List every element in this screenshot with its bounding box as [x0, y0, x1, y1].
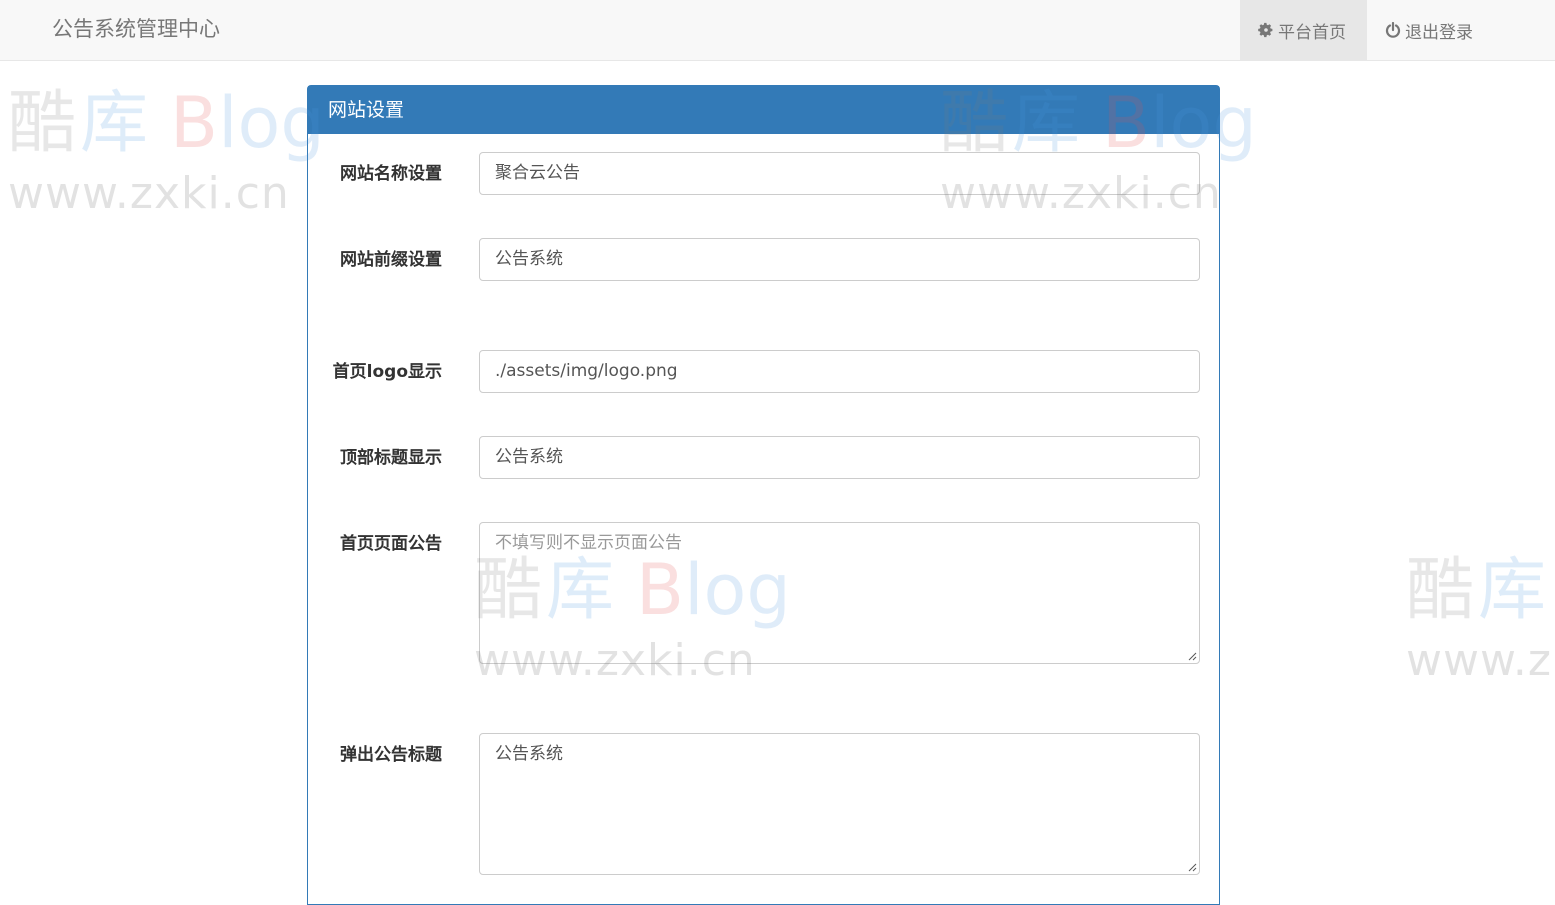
logo-label: 首页logo显示: [332, 362, 442, 382]
site-name-input[interactable]: 聚合云公告: [479, 152, 1200, 195]
top-title-input[interactable]: 公告系统: [479, 436, 1200, 479]
brand-title[interactable]: 公告系统管理中心: [52, 16, 220, 42]
top-title-label: 顶部标题显示: [340, 448, 442, 468]
popup-title-value: 公告系统: [495, 744, 563, 764]
top-navbar: 公告系统管理中心 平台首页 退出登录: [0, 0, 1555, 61]
watermark-url: www.z: [1406, 635, 1553, 683]
watermark: 酷 库 B log www.zxki.cn: [8, 78, 325, 216]
page-notice-textarea[interactable]: 不填写则不显示页面公告: [479, 522, 1200, 664]
watermark-char: 库: [80, 84, 149, 163]
resize-grip-icon[interactable]: [1187, 862, 1197, 872]
watermark-url: www.zxki.cn: [8, 168, 290, 219]
popup-title-textarea[interactable]: 公告系统: [479, 733, 1200, 875]
site-prefix-label: 网站前缀设置: [340, 250, 442, 270]
resize-grip-icon[interactable]: [1187, 651, 1197, 661]
nav-logout-label: 退出登录: [1405, 22, 1473, 43]
page-notice-placeholder: 不填写则不显示页面公告: [495, 533, 682, 553]
site-name-label: 网站名称设置: [340, 164, 442, 184]
popup-title-label: 弹出公告标题: [340, 745, 442, 765]
watermark-char: 库: [1478, 551, 1547, 630]
nav-platform-home-label: 平台首页: [1278, 22, 1346, 43]
power-icon: [1385, 22, 1401, 38]
watermark-char: B: [170, 82, 219, 164]
nav-platform-home[interactable]: 平台首页: [1240, 0, 1367, 60]
site-prefix-input[interactable]: 公告系统: [479, 238, 1200, 281]
watermark: 酷 库 www.z: [1406, 545, 1555, 683]
nav-logout[interactable]: 退出登录: [1367, 0, 1495, 60]
site-settings-panel: 网站设置 网站名称设置 聚合云公告 网站前缀设置 公告系统 首页logo显示 .…: [307, 85, 1220, 905]
watermark-char: 酷: [8, 84, 77, 163]
panel-title: 网站设置: [308, 86, 1219, 134]
watermark-char: 酷: [1406, 551, 1475, 630]
gear-icon: [1258, 22, 1273, 38]
logo-path-input[interactable]: ./assets/img/logo.png: [479, 350, 1200, 393]
page-notice-label: 首页页面公告: [340, 534, 442, 554]
